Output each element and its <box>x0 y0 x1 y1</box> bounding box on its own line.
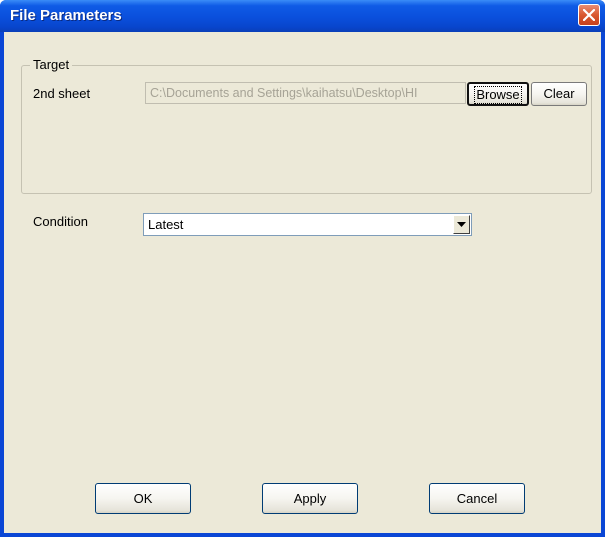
file-path-field: C:\Documents and Settings\kaihatsu\Deskt… <box>145 82 466 104</box>
close-button[interactable] <box>578 4 600 26</box>
dialog-window: File Parameters Target 2nd sheet C:\Docu… <box>0 0 605 537</box>
apply-button[interactable]: Apply <box>262 483 358 514</box>
condition-label: Condition <box>33 214 88 229</box>
condition-selected-value: Latest <box>148 217 184 232</box>
close-icon <box>583 9 595 21</box>
ok-button[interactable]: OK <box>95 483 191 514</box>
condition-dropdown-button[interactable] <box>453 215 470 234</box>
window-title: File Parameters <box>10 7 122 24</box>
title-bar[interactable]: File Parameters <box>0 0 605 32</box>
chevron-down-icon <box>457 222 466 227</box>
sheet-label: 2nd sheet <box>33 86 91 101</box>
target-group-label: Target <box>30 57 73 72</box>
cancel-button[interactable]: Cancel <box>429 483 525 514</box>
browse-button-label: Browse <box>474 86 522 104</box>
browse-button[interactable]: Browse <box>467 82 529 106</box>
clear-button[interactable]: Clear <box>531 82 587 106</box>
dialog-body: Target 2nd sheet C:\Documents and Settin… <box>4 32 601 533</box>
condition-select[interactable]: Latest <box>143 213 472 236</box>
